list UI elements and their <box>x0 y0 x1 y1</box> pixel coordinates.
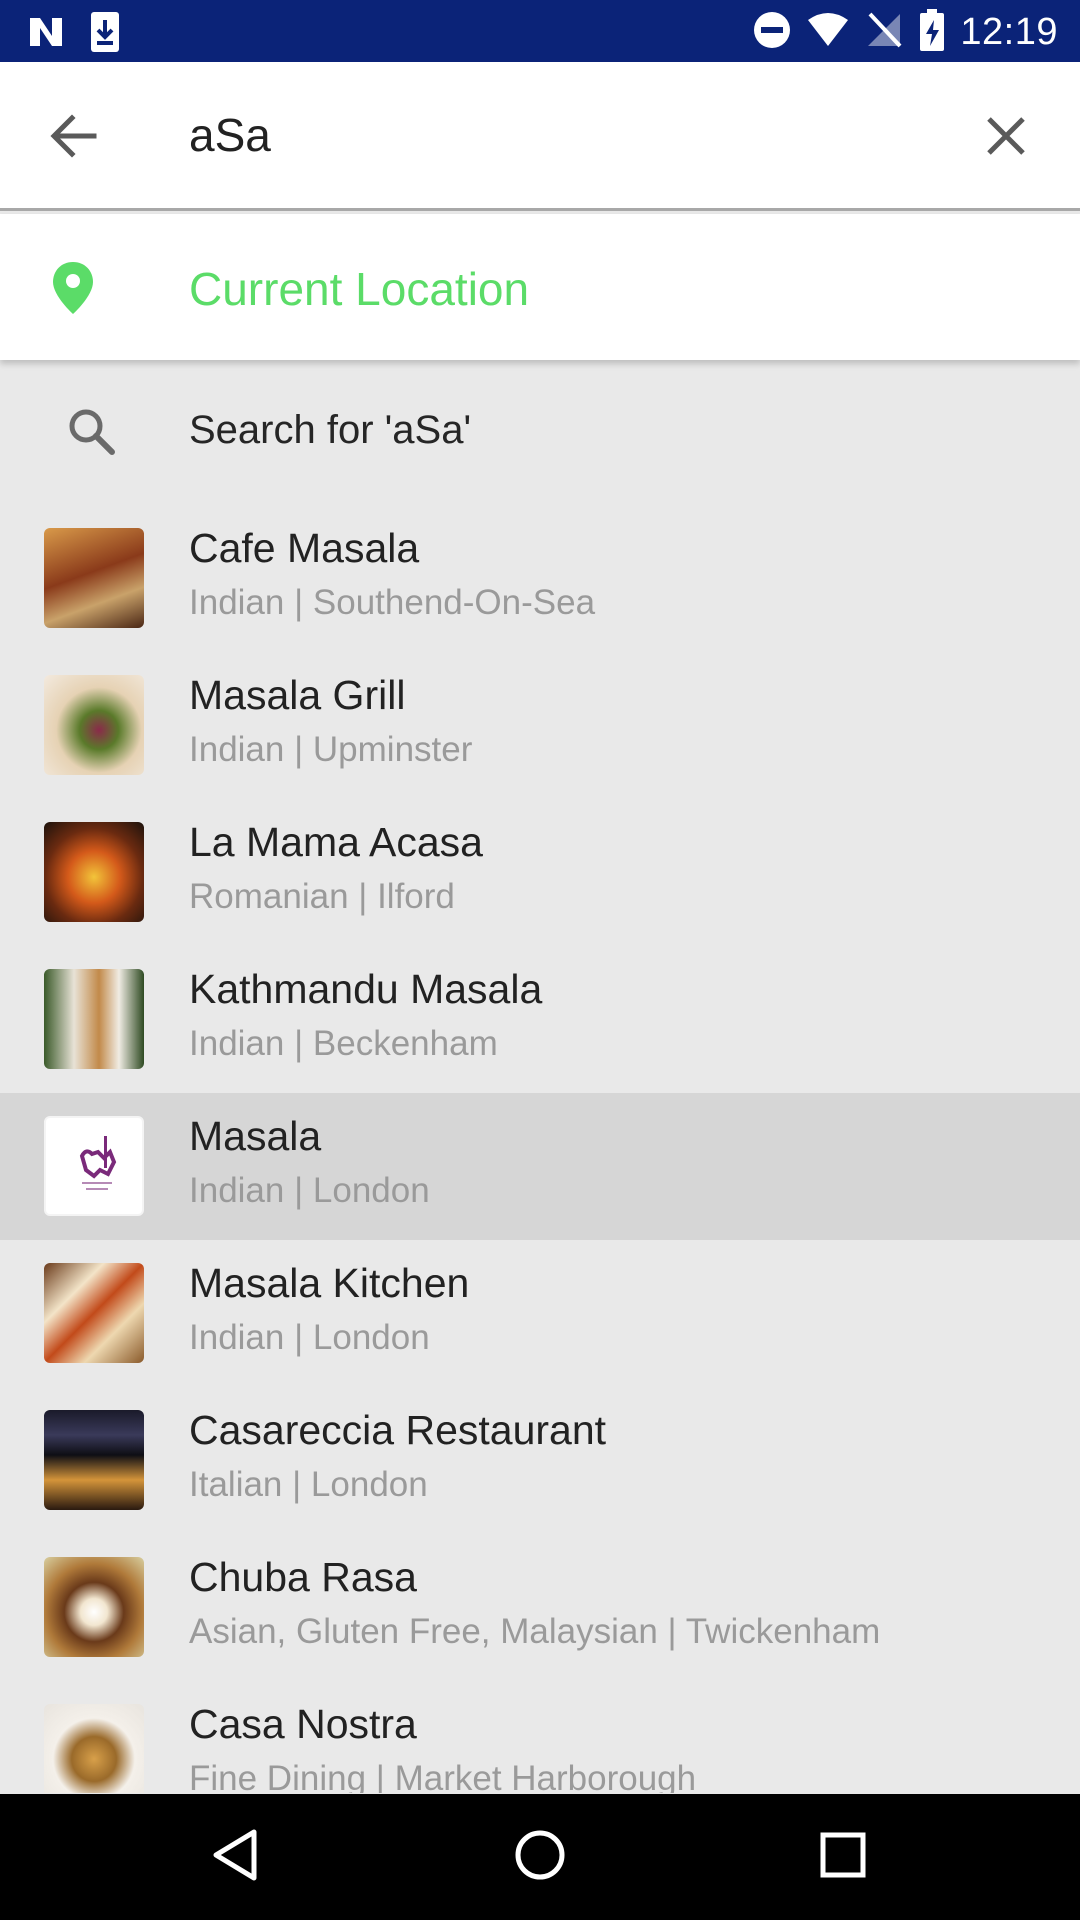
home-circle-icon <box>513 1828 567 1887</box>
restaurant-details: Indian | London <box>189 1171 430 1210</box>
restaurant-details: Romanian | Ilford <box>189 877 455 916</box>
restaurant-details: Italian | London <box>189 1465 428 1504</box>
search-for-row[interactable]: Search for 'aSa' <box>0 368 1080 496</box>
current-location-label: Current Location <box>189 263 530 315</box>
back-triangle-icon <box>210 1828 260 1887</box>
list-item[interactable]: La Mama Acasa Romanian | Ilford <box>0 799 1080 946</box>
restaurant-photo-image <box>44 528 144 628</box>
navigation-bar <box>0 1794 1080 1920</box>
search-for-label: Search for 'aSa' <box>189 408 472 452</box>
restaurant-photo-image <box>44 969 144 1069</box>
arrow-back-icon <box>50 113 98 163</box>
back-button[interactable] <box>38 106 110 170</box>
restaurant-name: Kathmandu Masala <box>189 966 543 1012</box>
restaurant-details: Indian | London <box>189 1318 430 1357</box>
close-icon <box>986 116 1026 161</box>
restaurant-photo-image <box>44 1557 144 1657</box>
n-logo-icon <box>26 12 66 57</box>
list-item[interactable]: Kathmandu Masala Indian | Beckenham <box>0 946 1080 1093</box>
restaurant-photo-image <box>44 1704 144 1793</box>
no-signal-icon <box>864 10 904 55</box>
restaurant-details: Indian | Beckenham <box>189 1024 498 1063</box>
search-icon <box>66 406 116 461</box>
do-not-disturb-icon <box>752 10 792 55</box>
status-time: 12:19 <box>960 11 1058 53</box>
restaurant-details: Asian, Gluten Free, Malaysian | Twickenh… <box>189 1612 881 1651</box>
location-pin-icon <box>50 260 96 321</box>
list-item[interactable]: Chuba Rasa Asian, Gluten Free, Malaysian… <box>0 1534 1080 1681</box>
restaurant-name: Cafe Masala <box>189 525 420 571</box>
restaurant-name: La Mama Acasa <box>189 819 483 865</box>
restaurant-photo-image <box>44 1410 144 1510</box>
restaurant-name: Chuba Rasa <box>189 1554 417 1600</box>
status-bar: 12:19 <box>0 0 1080 62</box>
restaurant-name: Casareccia Restaurant <box>189 1407 607 1453</box>
list-item[interactable]: Casareccia Restaurant Italian | London <box>0 1387 1080 1534</box>
battery-icon <box>918 8 946 57</box>
download-icon <box>88 10 122 59</box>
restaurant-name: Masala <box>189 1113 322 1159</box>
nav-back-button[interactable] <box>200 1822 270 1892</box>
recents-square-icon <box>818 1830 868 1885</box>
restaurant-name: Masala Grill <box>189 672 406 718</box>
list-item[interactable]: Masala Indian | London <box>0 1093 1080 1240</box>
current-location-row[interactable]: Current Location <box>0 214 1080 360</box>
search-input[interactable]: aSa <box>189 108 271 162</box>
wifi-icon <box>806 12 850 53</box>
list-item[interactable]: Casa Nostra Fine Dining | Market Harboro… <box>0 1681 1080 1793</box>
nav-recents-button[interactable] <box>808 1822 878 1892</box>
restaurant-photo-image <box>44 675 144 775</box>
results-list: Cafe Masala Indian | Southend-On-Sea Mas… <box>0 505 1080 1793</box>
restaurant-details: Fine Dining | Market Harborough <box>189 1759 697 1793</box>
search-header: aSa <box>0 62 1080 211</box>
list-item[interactable]: Masala Grill Indian | Upminster <box>0 652 1080 799</box>
restaurant-details: Indian | Upminster <box>189 730 473 769</box>
clear-search-button[interactable] <box>970 106 1042 170</box>
restaurant-details: Indian | Southend-On-Sea <box>189 583 596 622</box>
restaurant-name: Masala Kitchen <box>189 1260 470 1306</box>
restaurant-photo-image <box>44 822 144 922</box>
nav-home-button[interactable] <box>505 1822 575 1892</box>
restaurant-photo-image <box>44 1263 144 1363</box>
restaurant-logo-image <box>44 1116 144 1216</box>
restaurant-name: Casa Nostra <box>189 1701 417 1747</box>
list-item[interactable]: Masala Kitchen Indian | London <box>0 1240 1080 1387</box>
list-item[interactable]: Cafe Masala Indian | Southend-On-Sea <box>0 505 1080 652</box>
